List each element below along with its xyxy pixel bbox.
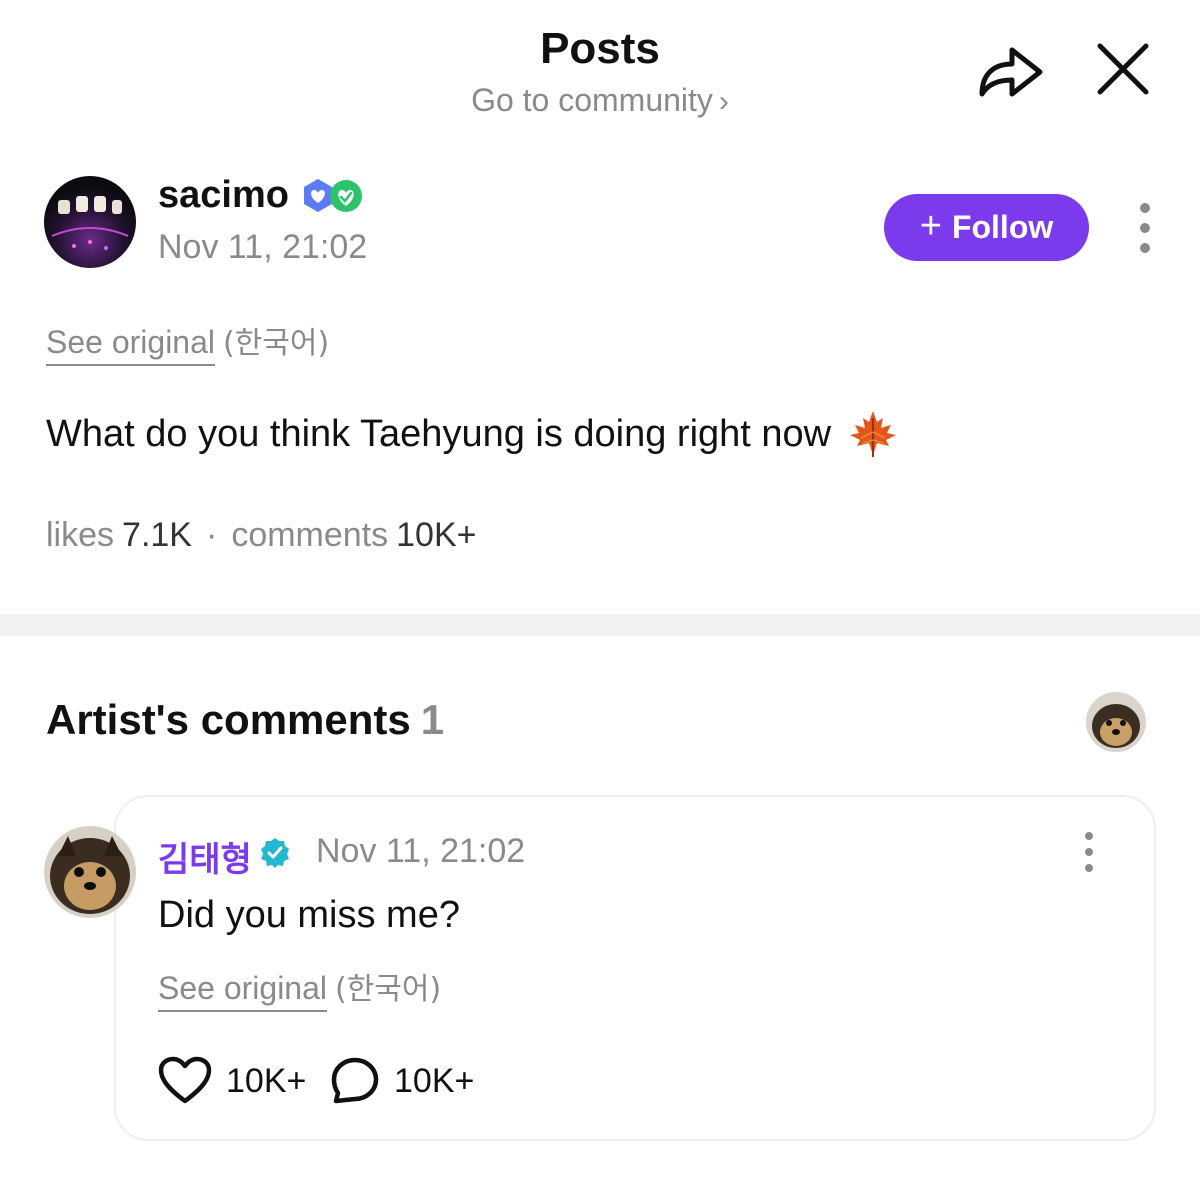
user-badges [300, 176, 366, 216]
follow-button[interactable]: + Follow [884, 194, 1089, 261]
plus-icon: + [919, 204, 942, 247]
comments-label: comments [231, 516, 389, 554]
artist-comments-count: 1 [420, 696, 445, 743]
membership-heart-badge [304, 179, 332, 212]
comment-author-name[interactable]: 김태형 [158, 832, 252, 881]
post-timestamp: Nov 11, 21:02 [158, 228, 368, 266]
go-to-community-label: Go to community [471, 82, 713, 118]
close-button[interactable] [1090, 38, 1156, 104]
comments-count[interactable]: 10K+ [396, 516, 476, 554]
artist-comments-heading: Artist's comments 1 [46, 696, 444, 744]
chat-bubble-icon [331, 1057, 379, 1104]
post-author-row: sacimo Nov 11, 21:02 + Follow [0, 170, 1200, 280]
artist-comments-title: Artist's comments [46, 696, 411, 743]
post-translation-toggle: See original (한국어) [46, 318, 330, 366]
follow-label: Follow [951, 209, 1054, 245]
comment-timestamp: Nov 11, 21:02 [316, 832, 526, 870]
avatar[interactable] [44, 826, 136, 918]
share-arrow-icon [979, 47, 1043, 97]
comment-text: Did you miss me? [158, 894, 460, 936]
comment-translation-toggle: See original (한국어) [158, 964, 442, 1012]
post-text: What do you think Taehyung is doing righ… [46, 412, 832, 455]
post-stats: likes 7.1K · comments 10K+ [46, 516, 477, 555]
comment-like-button[interactable]: 10K+ [158, 1056, 306, 1106]
maple-leaf-icon [847, 408, 899, 460]
comment-likes-count: 10K+ [226, 1061, 307, 1100]
post-more-button[interactable] [1128, 200, 1162, 256]
more-vertical-icon [1140, 203, 1150, 253]
original-language-label: (한국어) [223, 326, 330, 361]
original-language-label: (한국어) [335, 972, 442, 1007]
see-original-link[interactable]: See original [46, 324, 215, 366]
fan-heart-badge [330, 180, 362, 212]
comment-replies-count: 10K+ [394, 1061, 475, 1100]
likes-count[interactable]: 7.1K [122, 516, 192, 554]
stats-separator: · [205, 516, 218, 554]
more-vertical-icon [1085, 832, 1093, 872]
chevron-right-icon: › [718, 85, 729, 118]
section-divider [0, 614, 1200, 636]
close-icon [1097, 43, 1149, 95]
likes-label: likes [46, 516, 115, 554]
comment-reply-button[interactable]: 10K+ [330, 1056, 474, 1106]
verified-badge-icon [258, 836, 292, 870]
heart-icon [158, 1056, 212, 1104]
avatar[interactable] [44, 176, 136, 268]
username[interactable]: sacimo [158, 174, 289, 217]
see-original-link[interactable]: See original [158, 970, 327, 1012]
post-body: What do you think Taehyung is doing righ… [46, 408, 899, 460]
share-button[interactable] [972, 38, 1048, 104]
artist-avatar-small[interactable] [1086, 692, 1146, 752]
header: Posts Go to community › [0, 0, 1200, 140]
comment-more-button[interactable] [1074, 828, 1104, 878]
